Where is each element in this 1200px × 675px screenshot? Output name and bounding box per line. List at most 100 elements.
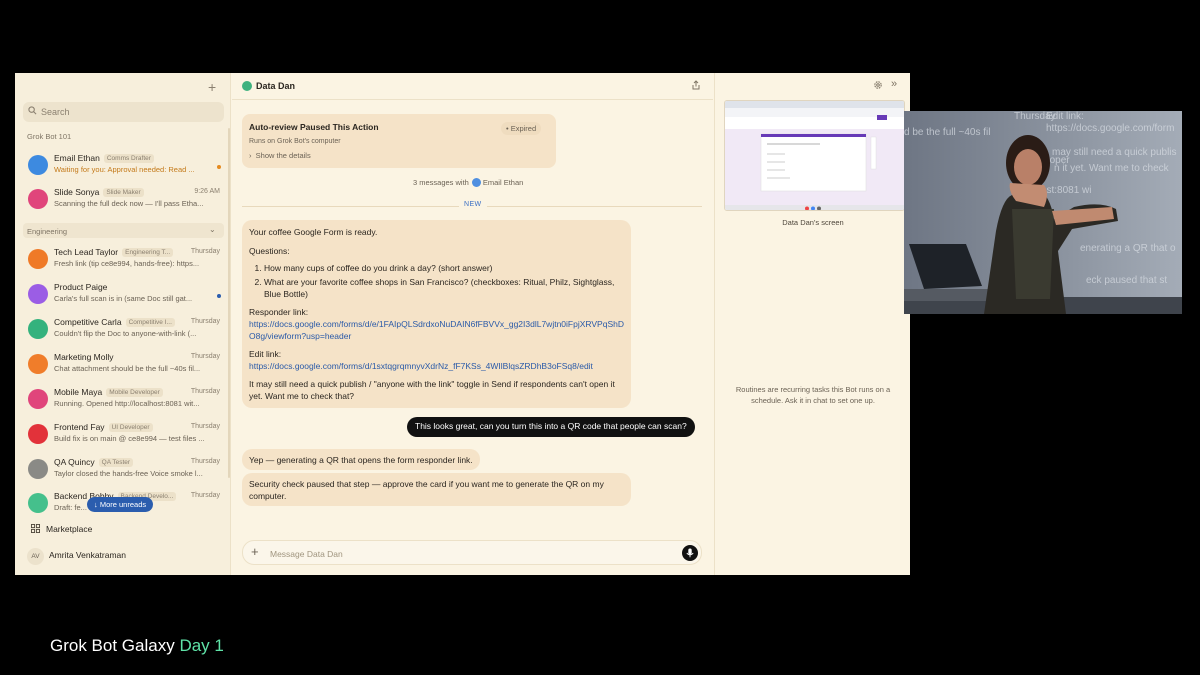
sidebar-item-name: Email Ethan Comms Drafter	[54, 153, 154, 163]
sidebar-item-time: Thursday	[190, 492, 220, 499]
event-title: Grok Bot Galaxy Day 1	[50, 636, 224, 656]
video-background-text: d be the full ~40s fil	[904, 127, 990, 138]
sidebar-item-preview: Fresh link (tip ce8e994, hands-free): ht…	[54, 259, 200, 268]
gear-icon[interactable]	[873, 80, 883, 90]
sidebar-item-label: Frontend Fay	[54, 422, 105, 432]
show-details-button[interactable]: › Show the details	[249, 151, 311, 160]
search-placeholder: Search	[41, 107, 70, 117]
bot-message-form-ready: Your coffee Google Form is ready. Questi…	[242, 220, 631, 408]
sidebar-item-frontend-fay[interactable]: Frontend Fay UI Developer Build fix is on …	[23, 420, 224, 452]
video-background-text: Edit link:	[1046, 111, 1084, 122]
sidebar-item-preview: Build fix is on main @ ce8e994 — test fi…	[54, 434, 205, 443]
auto-review-card: Auto-review Paused This Action • Expired…	[242, 114, 556, 168]
questions-heading: Questions:	[249, 246, 290, 256]
collapse-panel-icon[interactable]: »	[891, 78, 897, 90]
responder-link[interactable]: https://docs.google.com/forms/d/e/1FAIpQ…	[249, 318, 624, 342]
avatar: AV	[27, 548, 44, 565]
sidebar-item-qa-quincy[interactable]: QA Quincy QA Tester Taylor closed the hand…	[23, 455, 224, 487]
sidebar-item-name: QA Quincy QA Tester	[54, 457, 134, 467]
sidebar-item-slide-sonya[interactable]: Slide Sonya Slide Maker Scanning the full …	[23, 185, 224, 217]
message-text: Your coffee Google Form is ready.	[249, 227, 378, 237]
sidebar-item-label: Slide Sonya	[54, 187, 100, 197]
sidebar-item-preview: Taylor closed the hands-free Voice smoke…	[54, 469, 203, 478]
sidebar-item-time: Thursday	[190, 458, 220, 465]
unread-dot	[217, 165, 221, 169]
messages-with-link[interactable]: 3 messages with Email Ethan	[413, 178, 523, 187]
sidebar-item-preview: Running. Opened http://localhost:8081 wi…	[54, 399, 200, 408]
sidebar-item-label: Marketing Molly	[54, 352, 114, 362]
chat-panel: Data Dan Auto-review Paused This Action …	[232, 73, 713, 575]
marketplace-label: Marketplace	[46, 524, 93, 534]
sidebar-item-mobile-maya[interactable]: Mobile Maya Mobile Developer Running. Open…	[23, 385, 224, 417]
marketplace-link[interactable]: Marketplace	[31, 524, 92, 534]
user-message: This looks great, can you turn this into…	[407, 417, 695, 437]
routines-hint: Routines are recurring tasks this Bot ru…	[735, 385, 891, 405]
sidebar-item-preview: Chat attachment should be the full ~40s …	[54, 364, 201, 373]
list-item: How many cups of coffee do you drink a d…	[264, 262, 624, 274]
video-background-text: https://docs.google.com/form	[1046, 123, 1174, 134]
questions-list: How many cups of coffee do you drink a d…	[264, 262, 624, 300]
role-tag: Slide Maker	[103, 188, 144, 197]
role-tag: Mobile Developer	[106, 388, 163, 397]
user-name: Amrita Venkatraman	[49, 550, 127, 560]
sidebar-item-time: 9:26 AM	[194, 188, 220, 195]
new-label: NEW	[459, 201, 487, 208]
app-window: + Search Grok Bot 101 Email Ethan Comms D…	[15, 73, 910, 575]
screen-caption: Data Dan's screen	[782, 218, 844, 227]
messages-count-label: 3 messages with	[413, 178, 469, 187]
sidebar-scrollbar[interactable]	[228, 128, 230, 478]
event-name: Grok Bot Galaxy	[50, 636, 175, 655]
sidebar-item-competitive-carla[interactable]: Competitive Carla Competitive I... Couldn'…	[23, 315, 224, 347]
chat-header: Data Dan	[232, 73, 713, 100]
user-profile[interactable]: AV Amrita Venkatraman	[27, 548, 126, 565]
sidebar-item-name: Product Paige	[54, 282, 107, 292]
search-icon	[28, 106, 37, 115]
chat-title: Data Dan	[256, 81, 296, 91]
role-tag: UI Developer	[108, 423, 153, 432]
avatar	[28, 155, 48, 175]
sidebar-item-time: Thursday	[190, 318, 220, 325]
sidebar-item-name: Marketing Molly	[54, 352, 114, 362]
avatar	[28, 424, 48, 444]
role-tag: Comms Drafter	[103, 154, 154, 163]
edit-label: Edit link:	[249, 349, 282, 359]
event-day: Day 1	[179, 636, 224, 655]
share-icon[interactable]	[691, 80, 701, 90]
new-chat-plus-icon[interactable]: +	[208, 79, 216, 95]
more-unreads-button[interactable]: ↓ More unreads	[87, 497, 154, 512]
status-badge: • Expired	[501, 122, 542, 135]
composer-placeholder: Message Data Dan	[270, 549, 343, 559]
group-label-engineering: Engineering	[27, 227, 68, 236]
role-tag: Competitive I...	[125, 318, 175, 327]
list-item: What are your favorite coffee shops in S…	[264, 276, 624, 300]
attach-plus-icon[interactable]: +	[251, 544, 259, 559]
sidebar-item-marketing-molly[interactable]: Marketing Molly Chat attachment should be…	[23, 350, 224, 382]
chevron-right-icon: ›	[249, 151, 252, 160]
status-badge-label: Expired	[510, 124, 537, 133]
sidebar-item-time: Thursday	[190, 353, 220, 360]
sidebar-item-label: Mobile Maya	[54, 387, 103, 397]
avatar	[28, 319, 48, 339]
sidebar-item-email-ethan[interactable]: Email Ethan Comms Drafter Waiting for you:…	[23, 151, 224, 183]
message-note: It may still need a quick publish / "any…	[249, 379, 615, 401]
search-input[interactable]: Search	[23, 102, 224, 122]
group-header-engineering[interactable]: Engineering ⌄	[23, 223, 224, 238]
sidebar: + Search Grok Bot 101 Email Ethan Comms D…	[15, 73, 231, 575]
bot-message-security: Security check paused that step — approv…	[242, 473, 631, 506]
sidebar-item-label: Competitive Carla	[54, 317, 122, 327]
sidebar-item-preview: Waiting for you: Approval needed: Read .…	[54, 165, 195, 174]
sidebar-item-product-paige[interactable]: Product Paige Carla's full scan is in (sa…	[23, 280, 224, 312]
sidebar-item-name: Frontend Fay UI Developer	[54, 422, 153, 432]
bot-screen-thumbnail[interactable]	[724, 100, 905, 211]
microphone-icon[interactable]	[682, 545, 698, 561]
edit-link[interactable]: https://docs.google.com/forms/d/1sxtqgrq…	[249, 360, 624, 372]
sidebar-item-tech-lead-taylor[interactable]: Tech Lead Taylor Engineering T... Fresh li…	[23, 245, 224, 277]
video-background-text: may still need a quick publis	[1052, 147, 1177, 158]
sidebar-item-label: Product Paige	[54, 282, 108, 292]
more-unreads-label: More unreads	[99, 500, 147, 509]
message-composer[interactable]: + Message Data Dan	[242, 540, 702, 565]
avatar	[28, 493, 48, 513]
chevron-down-icon[interactable]: ⌄	[209, 225, 216, 234]
email-ethan-avatar	[471, 178, 481, 187]
avatar	[28, 284, 48, 304]
